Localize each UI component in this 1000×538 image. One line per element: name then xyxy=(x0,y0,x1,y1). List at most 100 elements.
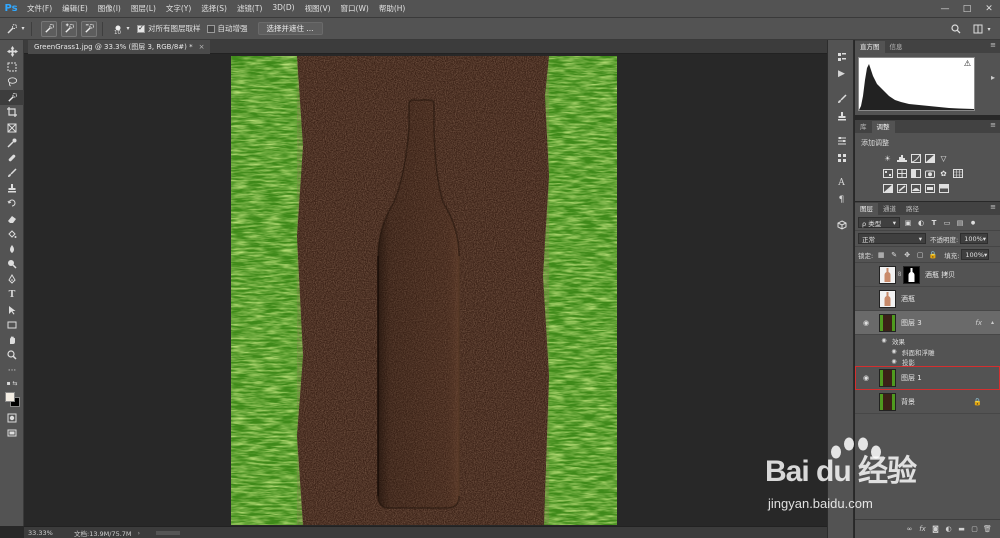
lock-position-icon[interactable]: ✥ xyxy=(902,250,912,260)
close-button[interactable]: ✕ xyxy=(978,0,1000,18)
levels-icon[interactable] xyxy=(896,153,907,163)
effect-row[interactable]: ◉ 投影 xyxy=(855,357,1000,367)
character-panel-icon[interactable]: A xyxy=(828,174,855,191)
menu-item[interactable]: 选择(S) xyxy=(196,3,232,14)
healing-brush-tool-icon[interactable] xyxy=(0,150,24,165)
menu-item[interactable]: 帮助(H) xyxy=(374,3,411,14)
tab-adjustments[interactable]: 调整 xyxy=(871,121,895,133)
hue-saturation-icon[interactable] xyxy=(882,168,893,178)
filter-smart-object-icon[interactable]: ▤ xyxy=(955,218,965,228)
invert-icon[interactable] xyxy=(882,183,893,193)
black-white-icon[interactable] xyxy=(910,168,921,178)
filter-toggle-icon[interactable]: ● xyxy=(968,218,978,228)
effect-visibility-toggle[interactable]: ◉ xyxy=(889,358,899,365)
layer-name[interactable]: 图层 1 xyxy=(901,373,922,383)
menu-item[interactable]: 视图(V) xyxy=(300,3,336,14)
new-adjustment-layer-icon[interactable]: ◐ xyxy=(942,525,955,533)
gradient-map-icon[interactable] xyxy=(924,183,935,193)
more-tools-icon[interactable]: ··· xyxy=(0,363,24,378)
move-tool-icon[interactable] xyxy=(0,44,24,59)
layer-visibility-toggle[interactable]: ◉ xyxy=(860,271,872,279)
swatches-panel-icon[interactable] xyxy=(828,149,855,166)
threshold-icon[interactable] xyxy=(910,183,921,193)
mask-link-icon[interactable]: 8 xyxy=(897,271,902,278)
brightness-contrast-icon[interactable]: ☀ xyxy=(882,153,893,163)
default-colors-icon[interactable]: ▪ ⇆ xyxy=(0,378,24,388)
vibrance-icon[interactable]: ▽ xyxy=(938,153,949,163)
clone-source-icon[interactable] xyxy=(828,107,855,124)
foreground-color-swatch[interactable] xyxy=(5,392,15,403)
brush-picker-dropdown-icon[interactable]: ▾ xyxy=(125,21,131,37)
collapse-effects-icon[interactable]: ▴ xyxy=(991,319,994,326)
layer-visibility-toggle[interactable]: ◉ xyxy=(860,398,872,406)
brush-settings-icon[interactable] xyxy=(828,90,855,107)
layer-name[interactable]: 图层 3 xyxy=(901,318,922,328)
add-layer-style-icon[interactable]: fx xyxy=(916,525,929,533)
panel-menu-icon[interactable]: ≡ xyxy=(990,41,996,49)
menu-item[interactable]: 图像(I) xyxy=(93,3,126,14)
blend-mode-select[interactable]: 正常 ▾ xyxy=(858,233,926,244)
effect-visibility-toggle[interactable]: ◉ xyxy=(889,348,899,355)
menu-item[interactable]: 滤镜(T) xyxy=(232,3,267,14)
workspace-dropdown-icon[interactable]: ▾ xyxy=(986,21,992,37)
search-icon[interactable] xyxy=(948,21,964,37)
fill-field[interactable]: 100% ▾ xyxy=(961,249,990,260)
zoom-tool-icon[interactable] xyxy=(0,348,24,363)
paint-bucket-tool-icon[interactable] xyxy=(0,226,24,241)
filter-type-icon[interactable]: T xyxy=(929,218,939,228)
add-mask-icon[interactable]: ◙ xyxy=(929,525,942,533)
sample-all-layers-checkbox[interactable]: ✓ xyxy=(137,24,145,33)
frame-tool-icon[interactable] xyxy=(0,120,24,135)
horizontal-scrollbar[interactable] xyxy=(156,530,181,535)
photo-filter-icon[interactable] xyxy=(924,168,935,178)
hand-tool-icon[interactable] xyxy=(0,333,24,348)
status-menu-arrow-icon[interactable]: › xyxy=(138,529,141,537)
preset-dropdown-icon[interactable]: ▾ xyxy=(20,21,26,37)
quick-mask-icon[interactable] xyxy=(0,410,24,425)
new-layer-icon[interactable]: ▢ xyxy=(968,525,981,533)
canvas-area[interactable] xyxy=(24,54,827,526)
cache-warning-icon[interactable]: ⚠ xyxy=(964,59,971,68)
clone-stamp-tool-icon[interactable] xyxy=(0,181,24,196)
lock-icon[interactable]: 🔒 xyxy=(973,398,982,406)
properties-panel-icon[interactable] xyxy=(828,132,855,149)
menu-item[interactable]: 编辑(E) xyxy=(57,3,93,14)
effects-header[interactable]: ◉ 效果 xyxy=(855,335,1000,346)
panel-menu-icon[interactable]: ≡ xyxy=(990,203,996,211)
layer-row-highlighted[interactable]: ◉ 图层 1 xyxy=(855,366,1000,390)
lock-all-icon[interactable]: 🔒 xyxy=(928,250,938,260)
effect-row[interactable]: ◉ 斜面和浮雕 xyxy=(855,346,1000,357)
lock-pixels-icon[interactable]: ✎ xyxy=(889,250,899,260)
layer-visibility-toggle[interactable]: ◉ xyxy=(860,319,872,327)
brush-tool-icon[interactable] xyxy=(0,166,24,181)
new-selection-icon[interactable] xyxy=(41,20,57,37)
filter-pixel-icon[interactable]: ▣ xyxy=(903,218,913,228)
tab-channels[interactable]: 通道 xyxy=(878,203,901,215)
maximize-button[interactable]: □ xyxy=(956,0,978,18)
3d-panel-icon[interactable] xyxy=(828,216,855,233)
color-balance-icon[interactable] xyxy=(896,168,907,178)
rectangle-tool-icon[interactable] xyxy=(0,317,24,332)
tab-paths[interactable]: 路径 xyxy=(901,203,924,215)
posterize-icon[interactable] xyxy=(896,183,907,193)
menu-item[interactable]: 3D(D) xyxy=(267,3,299,14)
layer-row[interactable]: ◉ 酒瓶 xyxy=(855,287,1000,311)
screen-mode-icon[interactable] xyxy=(0,425,24,440)
paragraph-panel-icon[interactable]: ¶ xyxy=(828,191,855,208)
lock-artboard-icon[interactable]: ▢ xyxy=(915,250,925,260)
type-tool-icon[interactable]: T xyxy=(0,287,24,302)
layer-row[interactable]: ◉ 背景 🔒 xyxy=(855,390,1000,414)
actions-panel-icon[interactable]: ▶ xyxy=(828,65,855,82)
menu-item[interactable]: 文字(Y) xyxy=(161,3,196,14)
subtract-from-selection-icon[interactable] xyxy=(81,20,97,37)
pen-tool-icon[interactable] xyxy=(0,272,24,287)
menu-item[interactable]: 文件(F) xyxy=(22,3,57,14)
eraser-tool-icon[interactable] xyxy=(0,211,24,226)
dock-grip[interactable] xyxy=(828,40,853,48)
layer-mask-thumbnail[interactable] xyxy=(903,265,920,284)
exposure-icon[interactable] xyxy=(924,153,935,163)
document-tab[interactable]: GreenGrass1.jpg @ 33.3% (图层 3, RGB/8#) *… xyxy=(28,40,211,54)
layer-visibility-toggle[interactable]: ◉ xyxy=(860,295,872,303)
tab-libraries[interactable]: 库 xyxy=(855,121,872,133)
layer-effects-icon[interactable]: fx xyxy=(975,319,982,327)
